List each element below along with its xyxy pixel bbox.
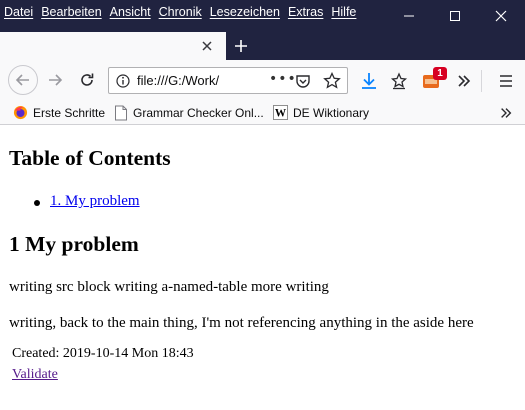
minimize-button[interactable] [386, 0, 432, 32]
close-window-button[interactable] [478, 0, 524, 32]
tab-close-button[interactable] [199, 38, 215, 54]
active-tab[interactable] [0, 32, 226, 60]
info-icon[interactable] [116, 74, 130, 88]
double-chevron-icon [458, 75, 471, 87]
overflow-menu-button[interactable] [454, 71, 474, 91]
bookmark-label: DE Wiktionary [293, 105, 370, 120]
menu-extras[interactable]: Extras [284, 0, 327, 24]
bookmark-grammar-checker[interactable]: Grammar Checker Onl... [114, 103, 264, 122]
page-content: Table of Contents 1. My problem 1 My pro… [0, 126, 525, 410]
bookmark-de-wiktionary[interactable]: W DE Wiktionary [273, 103, 369, 122]
close-icon [495, 10, 507, 22]
menu-lesezeichen[interactable]: Lesezeichen [206, 0, 284, 24]
created-date: Created: 2019-10-14 Mon 18:43 [12, 346, 194, 361]
tab-strip [0, 32, 525, 60]
title-bar: Datei Bearbeiten Ansicht Chronik Lesezei… [0, 0, 525, 32]
minimize-icon [404, 15, 414, 17]
hamburger-icon [500, 75, 512, 87]
reload-icon [81, 73, 94, 86]
wikipedia-icon: W [273, 105, 288, 120]
plus-icon [235, 40, 247, 52]
back-button[interactable] [8, 65, 38, 95]
firefox-icon [13, 105, 28, 120]
bookmark-label: Grammar Checker Onl... [133, 105, 264, 120]
toolbar-separator [481, 70, 482, 92]
menu-hilfe[interactable]: Hilfe [327, 0, 360, 24]
library-icon [390, 72, 408, 90]
url-text[interactable]: file:///G:/Work/ [137, 73, 263, 88]
open-menu-button[interactable] [496, 71, 516, 91]
bookmarks-overflow-button[interactable] [497, 104, 515, 122]
navigation-toolbar: file:///G:/Work/ ••• 1 [0, 60, 525, 100]
section-heading: 1 My problem [9, 232, 139, 256]
bookmarks-toolbar: Erste Schritte Grammar Checker Onl... W … [0, 100, 525, 125]
pocket-icon[interactable] [294, 72, 312, 90]
menu-chronik[interactable]: Chronik [155, 0, 206, 24]
arrow-right-icon [49, 74, 63, 86]
validate-link[interactable]: Validate [12, 367, 58, 383]
svg-text:W: W [275, 108, 287, 120]
forward-button[interactable] [41, 66, 69, 94]
reload-button[interactable] [73, 66, 101, 94]
paragraph: writing, back to the main thing, I'm not… [9, 315, 474, 331]
menu-bearbeiten[interactable]: Bearbeiten [37, 0, 105, 24]
toc-link-my-problem[interactable]: 1. My problem [50, 193, 140, 210]
library-button[interactable] [389, 71, 409, 91]
page-icon [115, 105, 127, 120]
bookmark-erste-schritte[interactable]: Erste Schritte [13, 103, 105, 122]
arrow-left-icon [15, 74, 29, 86]
toc-heading: Table of Contents [9, 146, 171, 170]
new-tab-button[interactable] [230, 35, 252, 57]
menu-datei[interactable]: Datei [0, 0, 37, 24]
extension-badge: 1 [433, 67, 447, 80]
double-chevron-icon [501, 108, 512, 118]
maximize-icon [450, 11, 460, 21]
page-actions-button[interactable]: ••• [269, 71, 297, 87]
download-icon [362, 73, 376, 89]
paragraph: writing src block writing a-named-table … [9, 279, 329, 295]
list-bullet [34, 200, 40, 206]
maximize-button[interactable] [432, 0, 478, 32]
bookmark-label: Erste Schritte [33, 105, 106, 120]
bookmark-star-icon[interactable] [323, 72, 341, 90]
url-bar[interactable]: file:///G:/Work/ ••• [108, 67, 348, 94]
close-icon [202, 41, 212, 51]
menu-ansicht[interactable]: Ansicht [106, 0, 155, 24]
menu-bar: Datei Bearbeiten Ansicht Chronik Lesezei… [0, 0, 360, 24]
downloads-button[interactable] [359, 71, 379, 91]
